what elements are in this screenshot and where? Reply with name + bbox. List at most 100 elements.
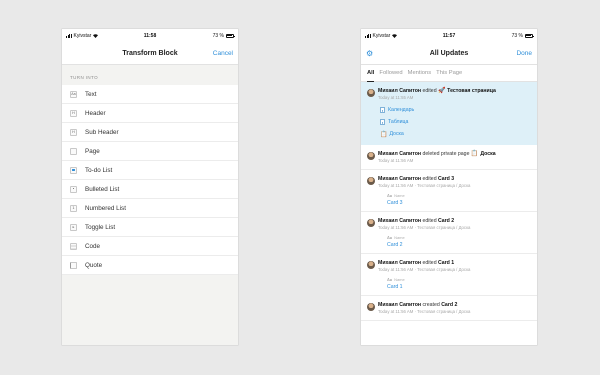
update-meta: Today at 11:56 AM · Тестовая страница / … bbox=[378, 309, 471, 314]
user-name: Михаил Сапитон bbox=[378, 260, 421, 266]
gear-icon[interactable]: ⚙ bbox=[366, 49, 373, 58]
update-meta: Today at 11:56 AM · Тестовая страница / … bbox=[378, 183, 471, 188]
update-action: deleted private page bbox=[421, 151, 471, 157]
property-name: Name bbox=[394, 235, 405, 240]
block-type-item[interactable]: Code bbox=[62, 237, 238, 256]
update-entry[interactable]: Михаил Сапитон edited Card 1 Today at 11:… bbox=[361, 254, 537, 296]
wifi-icon bbox=[392, 33, 398, 38]
update-action: edited bbox=[421, 218, 439, 224]
property-value[interactable]: Card 2 bbox=[387, 242, 531, 248]
property-value[interactable]: Card 1 bbox=[387, 284, 531, 290]
update-meta: Today at 11:55 AM bbox=[378, 95, 414, 100]
board-icon: 📋 bbox=[380, 131, 388, 138]
update-target[interactable]: Card 2 bbox=[438, 218, 454, 224]
page-title: Transform Block bbox=[122, 49, 178, 57]
cancel-button[interactable]: Cancel bbox=[205, 50, 233, 57]
transform-block-screen: Kyivstar 11:58 73 % Transform Block Canc… bbox=[62, 29, 238, 345]
signal-icon bbox=[365, 33, 371, 38]
avatar bbox=[367, 303, 375, 311]
avatar bbox=[367, 261, 375, 269]
toggle-list-icon: ▸ bbox=[70, 223, 77, 231]
battery-icon bbox=[524, 33, 534, 38]
update-entry[interactable]: Михаил Сапитон edited Card 2 Today at 11:… bbox=[361, 212, 537, 254]
update-meta: Today at 11:56 AM bbox=[378, 158, 414, 163]
transform-options-panel: TURN INTO Aa Text H Header H Sub Header Page To… bbox=[62, 65, 238, 345]
document-icon bbox=[380, 119, 385, 125]
update-entry[interactable]: Михаил Сапитон edited Card 3 Today at 11:… bbox=[361, 170, 537, 212]
property-row: 𝐀𝐚 Name bbox=[387, 193, 531, 198]
status-time: 11:58 bbox=[143, 32, 157, 39]
text-icon: Aa bbox=[70, 90, 77, 98]
document-icon bbox=[380, 107, 385, 113]
carrier-label: Kyivstar bbox=[372, 32, 391, 39]
block-type-item[interactable]: Quote bbox=[62, 256, 238, 275]
subpage-link[interactable]: Таблица bbox=[380, 116, 531, 128]
property-icon: 𝐀𝐚 bbox=[387, 235, 393, 240]
rocket-icon: 🚀 bbox=[438, 88, 448, 94]
numbered-list-icon: 1 bbox=[70, 204, 77, 212]
update-text: Михаил Сапитон deleted private page 📋 Дос… bbox=[378, 151, 496, 158]
user-name: Михаил Сапитон bbox=[378, 151, 421, 157]
property-row: 𝐀𝐚 Name bbox=[387, 277, 531, 282]
update-action: created bbox=[421, 302, 442, 308]
user-name: Михаил Сапитон bbox=[378, 176, 421, 182]
header-icon: H bbox=[70, 109, 77, 117]
subpage-label: Доска bbox=[389, 131, 404, 137]
update-target[interactable]: Card 3 bbox=[438, 176, 454, 182]
user-name: Михаил Сапитон bbox=[378, 302, 421, 308]
update-target[interactable]: Тестовая страница bbox=[447, 88, 496, 94]
wifi-icon bbox=[93, 33, 99, 38]
block-type-item[interactable]: Page bbox=[62, 142, 238, 161]
block-type-item[interactable]: • Bulleted List bbox=[62, 180, 238, 199]
avatar bbox=[367, 152, 375, 160]
tab-followed[interactable]: Followed bbox=[379, 65, 402, 82]
update-entry[interactable]: Михаил Сапитон created Card 2 Today at 11… bbox=[361, 296, 537, 321]
update-text: Михаил Сапитон edited Card 3 bbox=[378, 176, 470, 183]
battery-percent: 73 % bbox=[511, 32, 523, 39]
user-name: Михаил Сапитон bbox=[378, 218, 421, 224]
tab-mentions[interactable]: Mentions bbox=[408, 65, 432, 82]
property-row: 𝐀𝐚 Name bbox=[387, 235, 531, 240]
subpage-link[interactable]: 📋 Доска bbox=[380, 128, 531, 140]
bulleted-list-icon: • bbox=[70, 185, 77, 193]
update-text: Михаил Сапитон edited 🚀 Тестовая страниц… bbox=[378, 88, 496, 95]
user-name: Михаил Сапитон bbox=[378, 88, 421, 94]
page-icon bbox=[70, 147, 77, 155]
update-target[interactable]: Card 1 bbox=[438, 260, 454, 266]
update-target[interactable]: Card 2 bbox=[441, 302, 457, 308]
update-action: edited bbox=[421, 88, 439, 94]
block-type-item[interactable]: H Sub Header bbox=[62, 123, 238, 142]
property-value[interactable]: Card 3 bbox=[387, 200, 531, 206]
update-meta: Today at 11:56 AM · Тестовая страница / … bbox=[378, 225, 471, 230]
block-type-label: Code bbox=[85, 242, 101, 250]
block-type-item[interactable]: 1 Numbered List bbox=[62, 199, 238, 218]
done-button[interactable]: Done bbox=[504, 50, 532, 57]
battery-percent: 73 % bbox=[212, 32, 224, 39]
subpage-label: Таблица bbox=[388, 119, 409, 125]
update-target[interactable]: Доска bbox=[480, 151, 495, 157]
subpage-link[interactable]: Календарь bbox=[380, 104, 531, 116]
update-entry[interactable]: Михаил Сапитон deleted private page 📋 Дос… bbox=[361, 145, 537, 170]
update-meta: Today at 11:56 AM · Тестовая страница / … bbox=[378, 267, 471, 272]
nav-bar: Transform Block Cancel bbox=[62, 42, 238, 65]
status-bar: Kyivstar 11:58 73 % bbox=[62, 29, 238, 42]
block-type-item[interactable]: To-do List bbox=[62, 161, 238, 180]
nav-bar: ⚙ All Updates Done bbox=[361, 42, 537, 65]
block-type-list: Aa Text H Header H Sub Header Page To-do List • B… bbox=[62, 85, 238, 275]
tab-all[interactable]: All bbox=[367, 65, 375, 82]
updates-feed: Михаил Сапитон edited 🚀 Тестовая страниц… bbox=[361, 82, 537, 321]
block-type-item[interactable]: ▸ Toggle List bbox=[62, 218, 238, 237]
block-type-label: Header bbox=[85, 109, 106, 117]
block-type-item[interactable]: Aa Text bbox=[62, 85, 238, 104]
section-label: TURN INTO bbox=[70, 75, 99, 80]
signal-icon bbox=[66, 33, 72, 38]
tab-this-page[interactable]: This Page bbox=[436, 65, 462, 82]
quote-icon bbox=[70, 261, 77, 269]
property-name: Name bbox=[394, 277, 405, 282]
update-text: Михаил Сапитон edited Card 2 bbox=[378, 218, 470, 225]
block-type-label: Page bbox=[85, 147, 100, 155]
block-type-label: Text bbox=[85, 90, 97, 98]
block-type-item[interactable]: H Header bbox=[62, 104, 238, 123]
update-entry[interactable]: Михаил Сапитон edited 🚀 Тестовая страниц… bbox=[361, 82, 537, 145]
property-icon: 𝐀𝐚 bbox=[387, 277, 393, 282]
